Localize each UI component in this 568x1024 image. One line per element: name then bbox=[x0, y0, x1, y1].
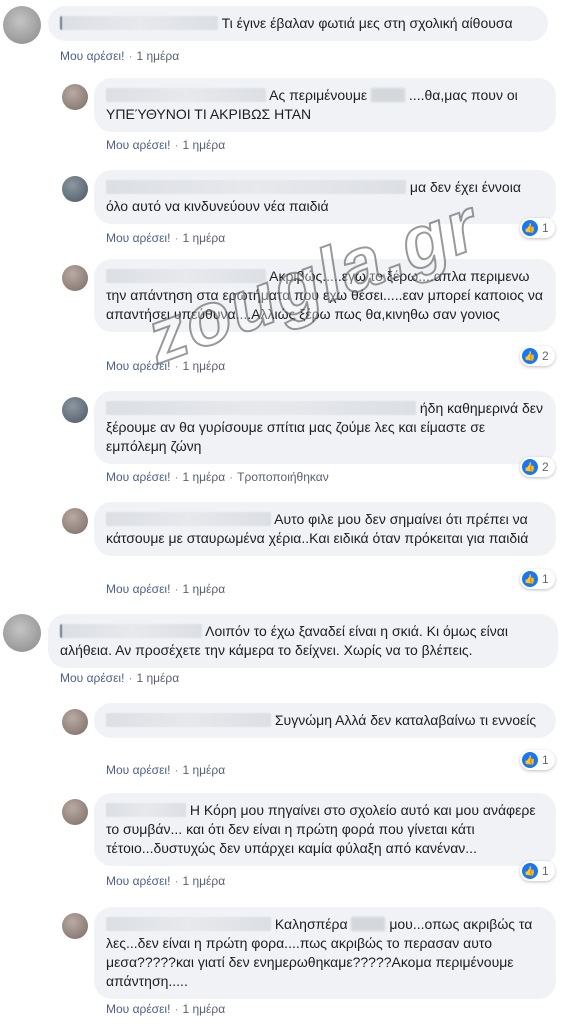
reaction-count[interactable]: 👍 1 bbox=[520, 569, 555, 589]
comment-text: Καλησπέρα bbox=[274, 916, 348, 932]
reaction-count-value: 1 bbox=[542, 221, 549, 235]
comment-bubble: Η Κόρη μου πηγαίνει στο σχολείο αυτό και… bbox=[94, 793, 556, 866]
comment-bubble: ήδη καθημερινά δεν ξέρουμε αν θα γυρίσου… bbox=[94, 391, 556, 464]
comment-actions: Μου αρέσει! · 1 ημέρα bbox=[106, 359, 226, 373]
author-name[interactable] bbox=[106, 803, 186, 817]
reaction-count[interactable]: 👍 2 bbox=[520, 346, 555, 366]
like-link[interactable]: Μου αρέσει! bbox=[106, 231, 170, 245]
thumbs-up-icon: 👍 bbox=[522, 220, 538, 236]
avatar[interactable] bbox=[62, 709, 88, 735]
timestamp[interactable]: 1 ημέρα bbox=[182, 359, 225, 373]
thumbs-up-icon: 👍 bbox=[522, 863, 538, 879]
like-link[interactable]: Μου αρέσει! bbox=[106, 763, 170, 777]
author-name[interactable] bbox=[106, 917, 271, 931]
avatar[interactable] bbox=[62, 176, 88, 202]
reaction-count-value: 2 bbox=[542, 349, 549, 363]
reaction-count[interactable]: 👍 2 bbox=[520, 457, 555, 477]
reaction-count[interactable]: 👍 1 bbox=[520, 750, 555, 770]
author-name[interactable] bbox=[106, 512, 271, 526]
comment-actions: Μου αρέσει! · 1 ημέρα bbox=[106, 1002, 226, 1016]
timestamp[interactable]: 1 ημέρα bbox=[182, 231, 225, 245]
comment-actions: Μου αρέσει! · 1 ημέρα bbox=[106, 231, 226, 245]
comment-bubble: Συγνώμη Αλλά δεν καταλαβαίνω τι εννοείς bbox=[94, 703, 556, 738]
avatar[interactable] bbox=[62, 799, 88, 825]
reaction-count-value: 2 bbox=[542, 460, 549, 474]
timestamp[interactable]: 1 ημέρα bbox=[136, 49, 179, 63]
avatar[interactable] bbox=[3, 614, 41, 652]
author-name[interactable] bbox=[106, 88, 266, 102]
avatar[interactable] bbox=[62, 84, 88, 110]
timestamp[interactable]: 1 ημέρα bbox=[182, 763, 225, 777]
comment-actions: Μου αρέσει! · 1 ημέρα · Τροποποιήθηκαν bbox=[106, 470, 329, 484]
avatar[interactable] bbox=[3, 6, 41, 44]
thumbs-up-icon: 👍 bbox=[522, 459, 538, 475]
comment-actions: Μου αρέσει! · 1 ημέρα bbox=[106, 763, 226, 777]
like-link[interactable]: Μου αρέσει! bbox=[106, 359, 170, 373]
comment-text: Τι έγινε έβαλαν φωτιά μες στη σχολική αί… bbox=[221, 15, 513, 31]
like-link[interactable]: Μου αρέσει! bbox=[106, 470, 170, 484]
comment-bubble: Ακριβώς.....εγω το ξέρω....απλα περιμενω… bbox=[94, 259, 556, 332]
thumbs-up-icon: 👍 bbox=[522, 348, 538, 364]
author-name[interactable] bbox=[106, 269, 266, 283]
reaction-count[interactable]: 👍 1 bbox=[520, 861, 555, 881]
like-link[interactable]: Μου αρέσει! bbox=[106, 874, 170, 888]
comment-bubble: Αυτο φιλε μου δεν σημαίνει ότι πρέπει να… bbox=[94, 502, 556, 556]
timestamp[interactable]: 1 ημέρα bbox=[182, 470, 225, 484]
comment-actions: Μου αρέσει! · 1 ημέρα bbox=[60, 671, 180, 685]
like-link[interactable]: Μου αρέσει! bbox=[106, 582, 170, 596]
like-link[interactable]: Μου αρέσει! bbox=[106, 138, 170, 152]
comment-bubble: Ας περιμένουμε ....θα,μας πουν οι ΥΠΕΎΘΥ… bbox=[94, 78, 556, 132]
timestamp[interactable]: 1 ημέρα bbox=[136, 671, 179, 685]
author-name[interactable] bbox=[106, 713, 271, 727]
reaction-count-value: 1 bbox=[542, 753, 549, 767]
comment-actions: Μου αρέσει! · 1 ημέρα bbox=[60, 49, 180, 63]
avatar[interactable] bbox=[62, 508, 88, 534]
reaction-count[interactable]: 👍 1 bbox=[520, 218, 555, 238]
redacted-name bbox=[371, 88, 406, 102]
thumbs-up-icon: 👍 bbox=[522, 752, 538, 768]
comment-actions: Μου αρέσει! · 1 ημέρα bbox=[106, 138, 226, 152]
author-name[interactable] bbox=[106, 180, 406, 194]
comment-bubble: Τι έγινε έβαλαν φωτιά μες στη σχολική αί… bbox=[48, 6, 548, 41]
timestamp[interactable]: 1 ημέρα bbox=[182, 874, 225, 888]
comment-bubble: Λοιπόν το έχω ξαναδεί είναι η σκιά. Κι ό… bbox=[48, 614, 558, 668]
comment-text: Συγνώμη Αλλά δεν καταλαβαίνω τι εννοείς bbox=[274, 712, 537, 728]
comment-bubble: Καλησπέρα μου...οπως ακριβώς τα λες...δε… bbox=[94, 907, 556, 999]
like-link[interactable]: Μου αρέσει! bbox=[60, 49, 124, 63]
comment-text: Ας περιμένουμε bbox=[269, 87, 368, 103]
like-link[interactable]: Μου αρέσει! bbox=[106, 1002, 170, 1016]
like-link[interactable]: Μου αρέσει! bbox=[60, 671, 124, 685]
reaction-count-value: 1 bbox=[542, 572, 549, 586]
author-name[interactable] bbox=[60, 16, 218, 30]
redacted-name bbox=[351, 917, 386, 931]
comment-actions: Μου αρέσει! · 1 ημέρα bbox=[106, 874, 226, 888]
author-name[interactable] bbox=[106, 401, 416, 415]
avatar[interactable] bbox=[62, 913, 88, 939]
reaction-count-value: 1 bbox=[542, 864, 549, 878]
author-name[interactable] bbox=[60, 624, 202, 638]
timestamp[interactable]: 1 ημέρα bbox=[182, 582, 225, 596]
edited-label[interactable]: Τροποποιήθηκαν bbox=[237, 470, 329, 484]
avatar[interactable] bbox=[62, 265, 88, 291]
timestamp[interactable]: 1 ημέρα bbox=[182, 138, 225, 152]
timestamp[interactable]: 1 ημέρα bbox=[182, 1002, 225, 1016]
avatar[interactable] bbox=[62, 397, 88, 423]
comment-bubble: μα δεν έχει έννοια όλο αυτό να κινδυνεύο… bbox=[94, 170, 556, 224]
comment-actions: Μου αρέσει! · 1 ημέρα bbox=[106, 582, 226, 596]
thumbs-up-icon: 👍 bbox=[522, 571, 538, 587]
